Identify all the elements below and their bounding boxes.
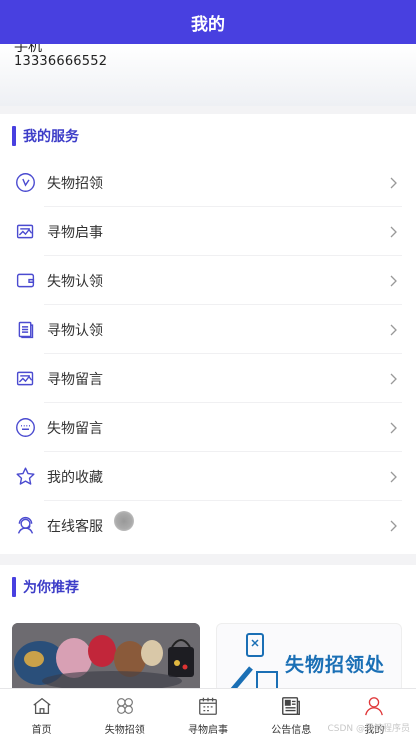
service-item-lost-found[interactable]: 失物招领 [0,158,416,207]
calendar-icon [199,697,217,715]
image-chart-icon [14,221,36,243]
tab-label: 寻物启事 [188,725,228,736]
grid-flower-icon [116,698,133,714]
service-item-customer-service[interactable]: 在线客服 [0,501,416,550]
headset-user-icon [14,515,36,537]
keyboard-circle-icon [14,417,36,439]
chevron-right-icon [390,471,397,482]
image-chart-icon [14,368,36,390]
recommend-section-title: 为你推荐 [23,580,79,596]
chevron-right-icon [390,422,397,433]
section-accent-bar [12,577,16,597]
services-section-header: 我的服务 [0,114,416,158]
recommend-card: 为你推荐 失物招领处 [0,565,416,690]
service-item-found-message[interactable]: 寻物留言 [0,354,416,403]
lost-items-photo-image [12,623,200,690]
chevron-right-icon [390,226,397,237]
profile-header[interactable]: 手机 13336666552 [0,44,416,106]
tab-label: 首页 [31,725,52,736]
tab-label: 失物招领 [104,725,145,736]
tab-label: 公告信息 [271,725,312,736]
star-icon [14,466,36,488]
tab-home[interactable]: 首页 [0,689,83,738]
recommend-item-photo[interactable] [12,623,200,690]
recommend-section-header: 为你推荐 [0,565,416,609]
service-item-label: 我的收藏 [47,469,103,486]
my-services-card: 我的服务 失物招领 寻物启事 失物认领 寻物认领 寻物留言 失物留言 我的收藏 … [0,114,416,554]
profile-phone: 13336666552 [14,54,108,69]
tab-lost-found[interactable]: 失物招领 [83,689,166,738]
document-icon [14,319,36,341]
watermark-text: CSDN @黑鲸程序员 [327,724,410,734]
chevron-right-icon [390,373,397,384]
service-item-label: 失物招领 [47,175,103,192]
page-title: 我的 [191,14,225,35]
user-icon [365,697,384,716]
service-item-claim-lost[interactable]: 失物认领 [0,256,416,305]
section-accent-bar [12,126,16,146]
recommend-card-label: 失物招领处 [285,654,386,676]
service-item-claim-found[interactable]: 寻物认领 [0,305,416,354]
service-item-label: 在线客服 [47,518,103,535]
touch-indicator [114,511,134,531]
chevron-right-icon [390,275,397,286]
service-item-label: 寻物启事 [47,224,103,241]
newspaper-icon [282,697,301,715]
clock-circle-icon [14,172,36,194]
tab-lost-notice[interactable]: 寻物启事 [166,689,249,738]
service-item-lost-message[interactable]: 失物留言 [0,403,416,452]
services-section-title: 我的服务 [23,129,79,145]
service-item-label: 失物留言 [47,420,103,437]
service-item-lost-notice[interactable]: 寻物启事 [0,207,416,256]
service-item-label: 失物认领 [47,273,103,290]
service-item-label: 寻物留言 [47,371,103,388]
chevron-right-icon [390,324,397,335]
service-item-favorites[interactable]: 我的收藏 [0,452,416,501]
chevron-right-icon [390,177,397,188]
recommend-item-lost-found-sign[interactable]: 失物招领处 [216,623,402,690]
tab-announcements[interactable]: 公告信息 [250,689,333,738]
wallet-icon [14,270,36,292]
top-nav-bar: 我的 [0,0,416,44]
home-icon [32,697,51,714]
chevron-right-icon [390,520,397,531]
service-item-label: 寻物认领 [47,322,103,339]
